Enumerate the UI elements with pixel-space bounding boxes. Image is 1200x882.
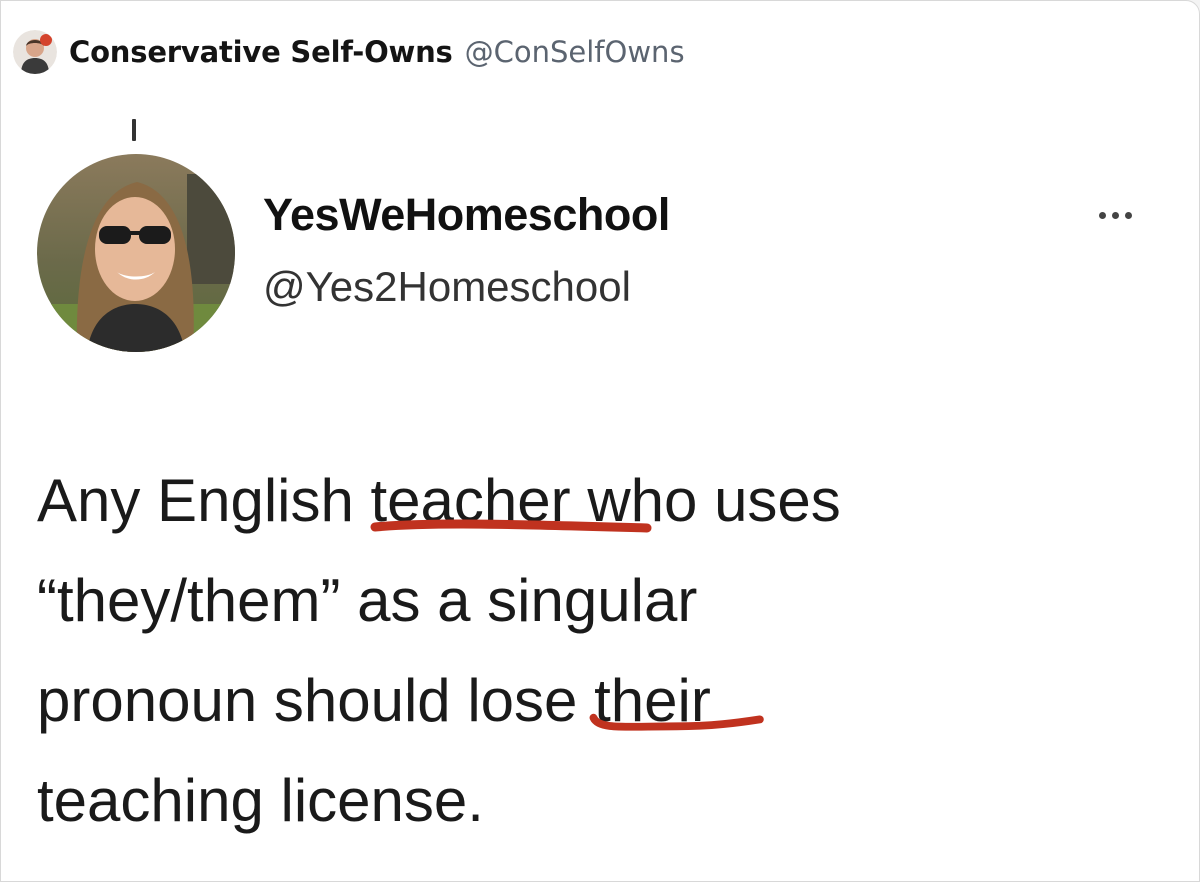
author-handle[interactable]: @Yes2Homeschool <box>263 263 631 311</box>
tweet-body: Any English teacher who uses “they/them”… <box>37 451 1157 851</box>
repost-display-name[interactable]: Conservative Self-Owns <box>69 35 453 69</box>
more-horizontal-icon <box>1098 211 1106 219</box>
underlined-word: teacher <box>370 451 652 551</box>
repost-handle[interactable]: @ConSelfOwns <box>465 35 685 69</box>
author-avatar[interactable] <box>37 154 235 352</box>
more-horizontal-icon <box>1124 211 1132 219</box>
tweet-text-segment: “they/them” as a singular <box>37 567 698 634</box>
repost-header[interactable]: Conservative Self-Owns @ConSelfOwns <box>13 29 685 75</box>
more-options-button[interactable] <box>1085 197 1145 233</box>
author-display-name[interactable]: YesWeHomeschool <box>263 189 670 241</box>
tweet-line: teaching license. <box>37 751 1157 851</box>
tweet-card: Conservative Self-Owns @ConSelfOwns YesW… <box>0 0 1200 882</box>
underlined-word-text: their <box>594 667 711 734</box>
tweet-line: Any English teacher who uses <box>37 451 1157 551</box>
repost-avatar[interactable] <box>13 30 57 74</box>
tweet-text-segment: pronoun should lose <box>37 667 595 734</box>
underlined-word-text: teacher <box>370 467 571 534</box>
thread-connector-line <box>132 119 136 141</box>
tweet-text-segment: Any English <box>37 467 371 534</box>
tweet-line: pronoun should lose their <box>37 651 1157 751</box>
more-horizontal-icon <box>1111 211 1119 219</box>
tweet-line: “they/them” as a singular <box>37 551 1157 651</box>
underlined-word: their <box>589 651 764 751</box>
tweet-text-segment: teaching license. <box>37 767 484 834</box>
tweet-text-segment: who uses <box>570 467 841 534</box>
